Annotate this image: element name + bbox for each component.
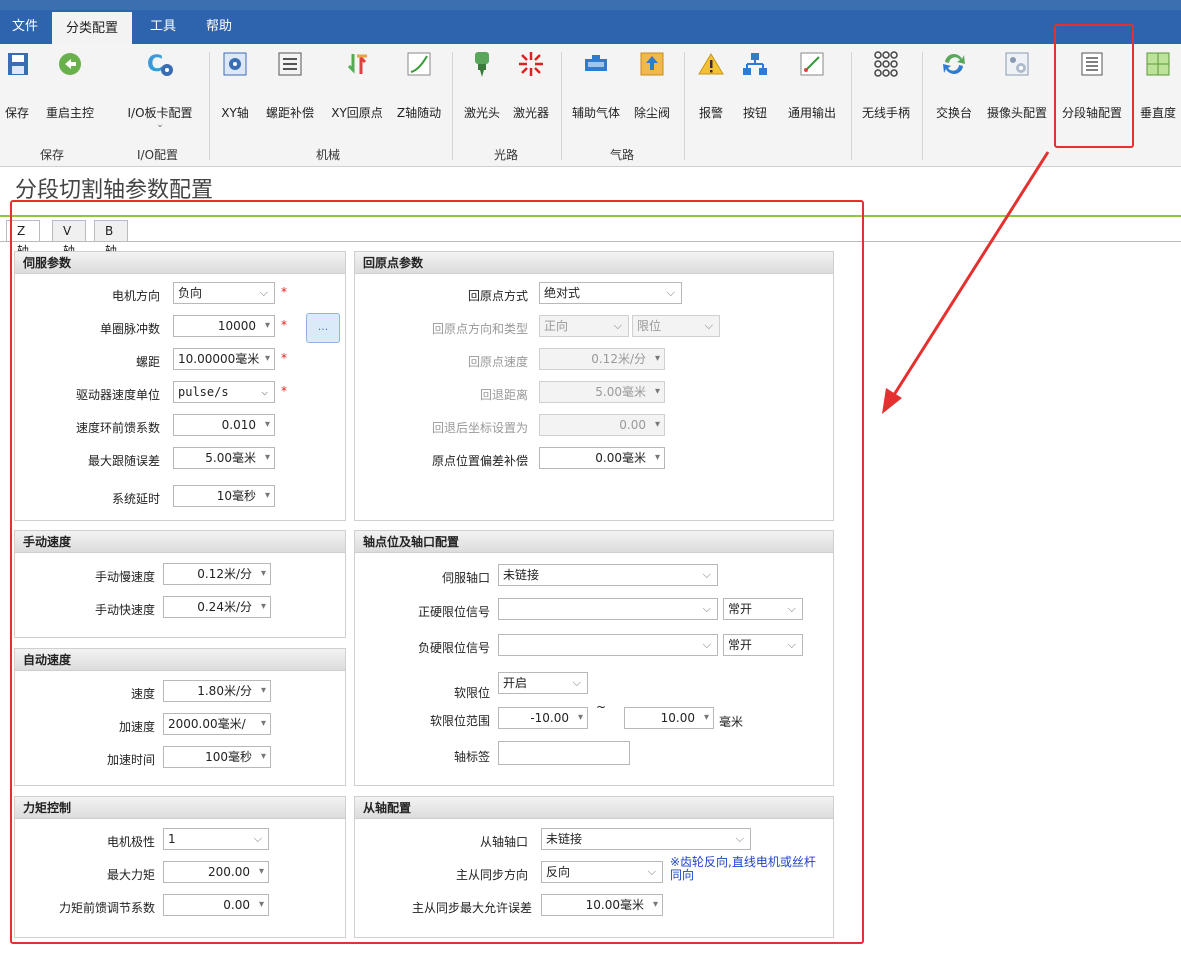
assist-gas-button[interactable]: 辅助气体: [568, 48, 624, 120]
exchange-table-icon: [938, 48, 970, 80]
ribbon-toolbar: 保存 重启主控 C I/O板卡配置 ⌄ XY轴 螺距补偿 XY回原点 Z轴随动 …: [0, 44, 1181, 167]
alarm-button[interactable]: 报警: [694, 48, 728, 120]
menu-bar: 文件 分类配置 工具 帮助: [0, 10, 1181, 44]
group-label-optical: 光路: [494, 148, 519, 162]
ribbon-group-separator: [452, 52, 453, 160]
group-label-save: 保存: [40, 148, 65, 162]
gas-icon: [580, 48, 612, 80]
dust-valve-button[interactable]: 除尘阀: [630, 48, 674, 120]
general-output-button[interactable]: 通用输出: [784, 48, 840, 120]
wireless-handle-button[interactable]: 无线手柄: [858, 48, 914, 120]
xy-axis-button[interactable]: XY轴: [218, 48, 252, 120]
menu-tools[interactable]: 工具: [146, 10, 180, 44]
menu-help[interactable]: 帮助: [202, 10, 236, 44]
laser-button[interactable]: 激光器: [508, 48, 554, 120]
perpendicularity-icon: [1142, 48, 1174, 80]
group-label-mechanical: 机械: [316, 148, 341, 162]
highlight-box-segment-axis: [1054, 24, 1134, 148]
alarm-icon: [695, 48, 727, 80]
laser-head-button[interactable]: 激光头: [460, 48, 504, 120]
camera-config-button[interactable]: 摄像头配置: [982, 48, 1052, 120]
io-card-gear-icon: C: [144, 48, 176, 80]
perpendicularity-button[interactable]: 垂直度: [1136, 48, 1180, 120]
ribbon-group-separator: [851, 52, 852, 160]
menu-file[interactable]: 文件: [8, 10, 42, 44]
pitch-compensation-button[interactable]: 螺距补偿: [262, 48, 318, 120]
button-icon: [739, 48, 771, 80]
laser-head-icon: [466, 48, 498, 80]
svg-text:C: C: [147, 52, 163, 77]
ribbon-group-separator: [684, 52, 685, 160]
menu-category-config[interactable]: 分类配置: [52, 10, 132, 44]
dust-valve-icon: [636, 48, 668, 80]
exchange-table-button[interactable]: 交换台: [932, 48, 976, 120]
save-icon: [2, 48, 34, 80]
restart-controller-button[interactable]: 重启主控: [45, 48, 95, 120]
pitch-compensation-icon: [274, 48, 306, 80]
xy-home-button[interactable]: XY回原点: [325, 48, 389, 120]
z-follow-button[interactable]: Z轴随动: [394, 48, 444, 120]
save-button[interactable]: 保存: [2, 48, 34, 120]
ribbon-group-separator: [922, 52, 923, 160]
group-label-gas: 气路: [610, 148, 635, 162]
group-label-io: I/O配置: [137, 148, 179, 162]
highlight-box-config-area: [10, 200, 864, 944]
laser-icon: [515, 48, 547, 80]
ribbon-group-separator: [209, 52, 210, 160]
z-follow-icon: [403, 48, 435, 80]
general-output-icon: [796, 48, 828, 80]
camera-config-icon: [1001, 48, 1033, 80]
xy-axis-icon: [219, 48, 251, 80]
io-card-config-button[interactable]: C I/O板卡配置 ⌄: [125, 48, 195, 130]
ribbon-group-separator: [561, 52, 562, 160]
wireless-handle-icon: [870, 48, 902, 80]
window-title-bar: [0, 0, 1181, 10]
chevron-down-icon: ⌄: [156, 120, 164, 130]
button-config-button[interactable]: 按钮: [738, 48, 772, 120]
xy-home-icon: [341, 48, 373, 80]
restart-icon: [54, 48, 86, 80]
